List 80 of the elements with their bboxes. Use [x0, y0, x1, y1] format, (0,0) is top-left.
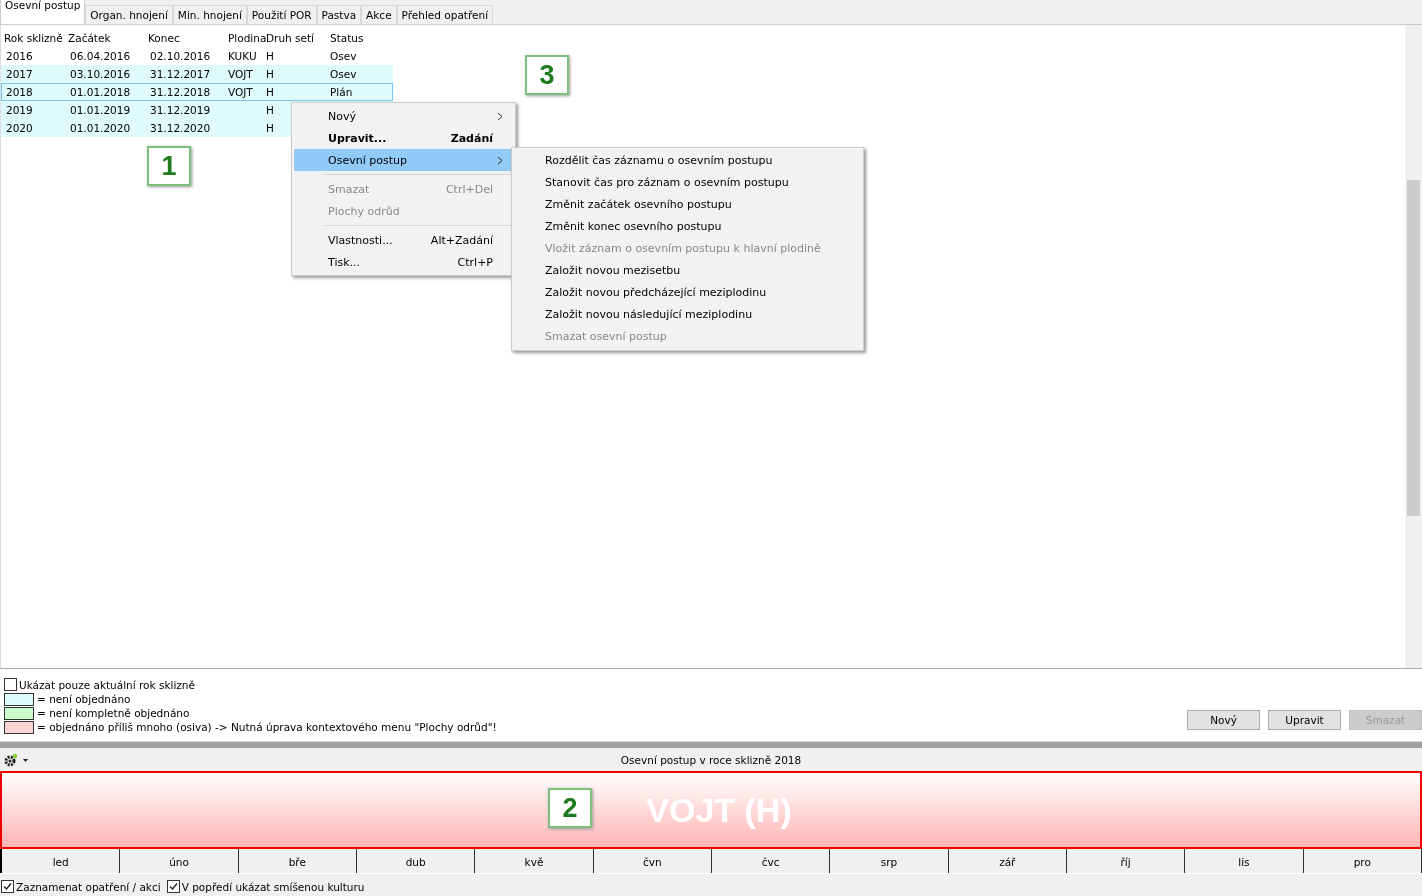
table-cell: 2018 [6, 86, 33, 98]
table-cell: 2019 [6, 104, 33, 116]
checkbox-label: V popředí ukázat smíšenou kulturu [181, 880, 365, 893]
action-button[interactable]: Nový [1187, 710, 1260, 730]
menu-item[interactable]: Založit novou mezisetbu [512, 260, 863, 282]
month-label: zář [948, 849, 1067, 873]
chevron-right-icon [497, 156, 503, 165]
table-cell: Plán [330, 86, 353, 98]
table-cell: 31.12.2018 [150, 86, 211, 98]
tab[interactable]: Min. hnojení [172, 5, 247, 24]
table-cell: H [266, 104, 274, 116]
legend-label: = není kompletně objednáno [37, 707, 190, 719]
checkbox[interactable] [166, 880, 180, 893]
column-header: Status [329, 32, 365, 44]
table-cell: VOJT [228, 68, 253, 80]
menu-item[interactable]: Změnit začátek osevního postupu [512, 194, 863, 216]
menu-item[interactable]: Založit novou následující meziplodinu [512, 304, 863, 326]
table-row[interactable]: 2018 01.01.2018 31.12.2018 VOJT H Plán [1, 83, 393, 101]
menu-item[interactable]: Stanovit čas pro záznam o osevním postupu [512, 172, 863, 194]
checkbox[interactable] [4, 678, 17, 691]
callout-number: 3 [525, 55, 569, 95]
column-header: Konec [147, 32, 181, 44]
table-cell: H [266, 50, 274, 62]
table-cell: 03.10.2016 [70, 68, 131, 80]
callout-number: 2 [548, 788, 592, 828]
tab[interactable]: Použití POR [246, 5, 317, 24]
action-button[interactable]: Upravit [1268, 710, 1341, 730]
month-label: úno [120, 849, 239, 873]
table-cell: H [266, 68, 274, 80]
tab[interactable]: Organ. hnojení [85, 5, 173, 24]
table-cell: 31.12.2019 [150, 104, 211, 116]
checkbox[interactable] [1, 880, 14, 893]
month-label: bře [238, 849, 357, 873]
table-cell: H [266, 86, 274, 98]
table-cell: Osev [330, 50, 357, 62]
table-cell: 06.04.2016 [70, 50, 131, 62]
legend-label: = objednáno příliš mnoho (osiva) -> Nutná úprava kontextového menu "Plochy odrůd"! [37, 721, 497, 733]
tab[interactable]: Osevní postup [0, 0, 86, 24]
month-label: čvn [593, 849, 712, 873]
month-label: říj [1066, 849, 1186, 873]
table-cell: Osev [330, 68, 357, 80]
table-cell: 2020 [6, 122, 33, 134]
menu-item[interactable]: Osevní postup [294, 149, 513, 171]
chevron-right-icon [497, 112, 503, 121]
table-row[interactable]: 2017 03.10.2016 31.12.2017 VOJT H Osev [1, 65, 393, 83]
month-label: pro [1303, 849, 1422, 873]
table-cell: KUKU [228, 50, 257, 62]
tab[interactable]: Přehled opatření [396, 5, 494, 24]
menu-item[interactable]: Vlastnosti... Alt+Zadání [294, 229, 513, 251]
table-cell: 2016 [6, 50, 33, 62]
tab[interactable]: Akce [361, 5, 397, 24]
table-cell: VOJT [228, 86, 253, 98]
checkbox-label: Zaznamenat opatření / akci [16, 880, 161, 893]
menu-item[interactable]: Rozdělit čas záznamu o osevním postupu [512, 150, 863, 172]
table-cell: 31.12.2017 [150, 68, 211, 80]
legend-label: = není objednáno [37, 693, 131, 705]
scrollbar[interactable] [1405, 25, 1422, 668]
column-header: Rok sklizně [3, 32, 64, 44]
timeline-title: Osevní postup v roce sklizně 2018 [620, 753, 802, 766]
table-cell: H [266, 122, 274, 134]
menu-item[interactable]: Založit novou předcházející meziplodinu [512, 282, 863, 304]
month-label: kvě [475, 849, 594, 873]
month-label: čvc [711, 849, 831, 873]
table-cell: 01.01.2018 [70, 86, 131, 98]
month-label: led [2, 849, 121, 873]
month-label: dub [357, 849, 476, 873]
tab[interactable]: Pastva [316, 5, 362, 24]
column-header: Začátek [67, 32, 112, 44]
table-cell: 01.01.2019 [70, 104, 131, 116]
gear-dropdown-icon[interactable] [3, 752, 29, 767]
menu-item[interactable]: Změnit konec osevního postupu [512, 216, 863, 238]
table-cell: 01.01.2020 [70, 122, 131, 134]
month-label: srp [830, 849, 949, 873]
callout-number: 1 [147, 146, 191, 186]
table-cell: 2017 [6, 68, 33, 80]
checkbox-label: Ukázat pouze aktuální rok sklizně [19, 678, 195, 691]
table-cell: 31.12.2020 [150, 122, 211, 134]
menu-item[interactable]: Tisk... Ctrl+P [294, 251, 513, 273]
table-cell: 02.10.2016 [150, 50, 211, 62]
month-label: lis [1185, 849, 1304, 873]
